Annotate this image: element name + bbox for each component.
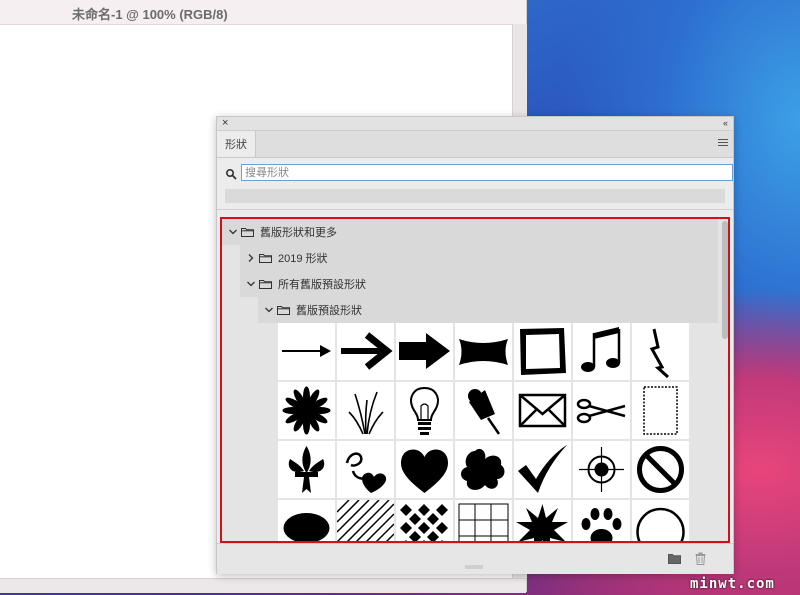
panel-footer <box>217 543 733 574</box>
grid-pattern-icon[interactable] <box>455 500 512 541</box>
pushpin-icon[interactable] <box>455 382 512 439</box>
heart-icon[interactable] <box>396 441 453 498</box>
collapse-panel-icon[interactable]: ‹‹ <box>723 117 728 129</box>
ellipse-icon[interactable] <box>278 500 335 541</box>
bold-arrow-icon[interactable] <box>337 323 394 380</box>
trash-icon[interactable] <box>695 552 706 565</box>
scrollbar-thumb[interactable] <box>722 221 728 339</box>
paw-print-icon[interactable] <box>573 500 630 541</box>
close-icon[interactable]: × <box>222 117 228 129</box>
tree-item-label: 舊版形狀和更多 <box>260 227 337 239</box>
tree-item-legacy-default-shapes[interactable]: 舊版預設形狀 <box>258 297 718 323</box>
tree-item-2019-shapes[interactable]: 2019 形狀 <box>240 245 718 271</box>
stamp-frame-icon[interactable] <box>632 382 689 439</box>
chevron-right-icon[interactable] <box>246 253 256 263</box>
panel-tab-bar: 形狀 <box>217 131 733 158</box>
rough-frame-icon[interactable] <box>514 323 571 380</box>
tree-item-label: 舊版預設形狀 <box>296 305 362 317</box>
search-input[interactable] <box>241 164 733 181</box>
diamond-pattern-icon[interactable] <box>396 500 453 541</box>
envelope-icon[interactable] <box>514 382 571 439</box>
scissors-icon[interactable] <box>573 382 630 439</box>
document-title: 未命名-1 @ 100% (RGB/8) <box>72 7 228 22</box>
checkmark-icon[interactable] <box>514 441 571 498</box>
splat-icon[interactable] <box>455 441 512 498</box>
shapes-panel: × ‹‹ 形狀 舊版形狀和更多 2019 形狀 所有舊版預設形狀 舊版預設 <box>216 116 734 574</box>
crosshair-icon[interactable] <box>573 441 630 498</box>
music-note-icon[interactable] <box>573 323 630 380</box>
tab-shapes[interactable]: 形狀 <box>217 131 256 157</box>
folder-icon[interactable] <box>668 553 681 564</box>
folder-icon <box>277 306 290 315</box>
starburst-flower-icon[interactable] <box>278 382 335 439</box>
chevron-down-icon[interactable] <box>264 305 274 315</box>
burst-icon[interactable] <box>514 500 571 541</box>
folder-icon <box>259 280 272 289</box>
tree-item-legacy-shapes-and-more[interactable]: 舊版形狀和更多 <box>222 219 718 245</box>
folder-icon <box>241 228 254 237</box>
panel-menu-icon[interactable] <box>718 139 728 148</box>
grass-icon[interactable] <box>337 382 394 439</box>
thin-arrow-icon[interactable] <box>278 323 335 380</box>
loading-bar <box>225 189 725 203</box>
block-arrow-icon[interactable] <box>396 323 453 380</box>
document-horizontal-scrollbar[interactable] <box>0 578 526 593</box>
chevron-down-icon[interactable] <box>228 227 238 237</box>
hatch-pattern-icon[interactable] <box>337 500 394 541</box>
watermark: minwt.com <box>690 576 775 592</box>
circle-frame-icon[interactable] <box>632 500 689 541</box>
panel-topbar[interactable]: × ‹‹ <box>217 117 733 131</box>
search-row <box>217 161 733 187</box>
lightning-icon[interactable] <box>632 323 689 380</box>
leaf-heart-icon[interactable] <box>337 441 394 498</box>
panel-resize-grip[interactable] <box>465 565 483 569</box>
chevron-down-icon[interactable] <box>246 279 256 289</box>
shapes-tree: 舊版形狀和更多 2019 形狀 所有舊版預設形狀 舊版預設形狀 <box>220 217 730 543</box>
document-titlebar[interactable]: 未命名-1 @ 100% (RGB/8) <box>0 0 526 25</box>
tree-scrollbar[interactable] <box>720 219 728 541</box>
search-icon <box>225 168 237 180</box>
no-sign-icon[interactable] <box>632 441 689 498</box>
tree-item-all-legacy-default-shapes[interactable]: 所有舊版預設形狀 <box>240 271 718 297</box>
tree-item-label: 所有舊版預設形狀 <box>278 279 366 291</box>
lightbulb-icon[interactable] <box>396 382 453 439</box>
panel-divider <box>217 209 733 210</box>
banner-icon[interactable] <box>455 323 512 380</box>
fleur-de-lis-icon[interactable] <box>278 441 335 498</box>
folder-icon <box>259 254 272 263</box>
tree-item-label: 2019 形狀 <box>278 253 328 265</box>
